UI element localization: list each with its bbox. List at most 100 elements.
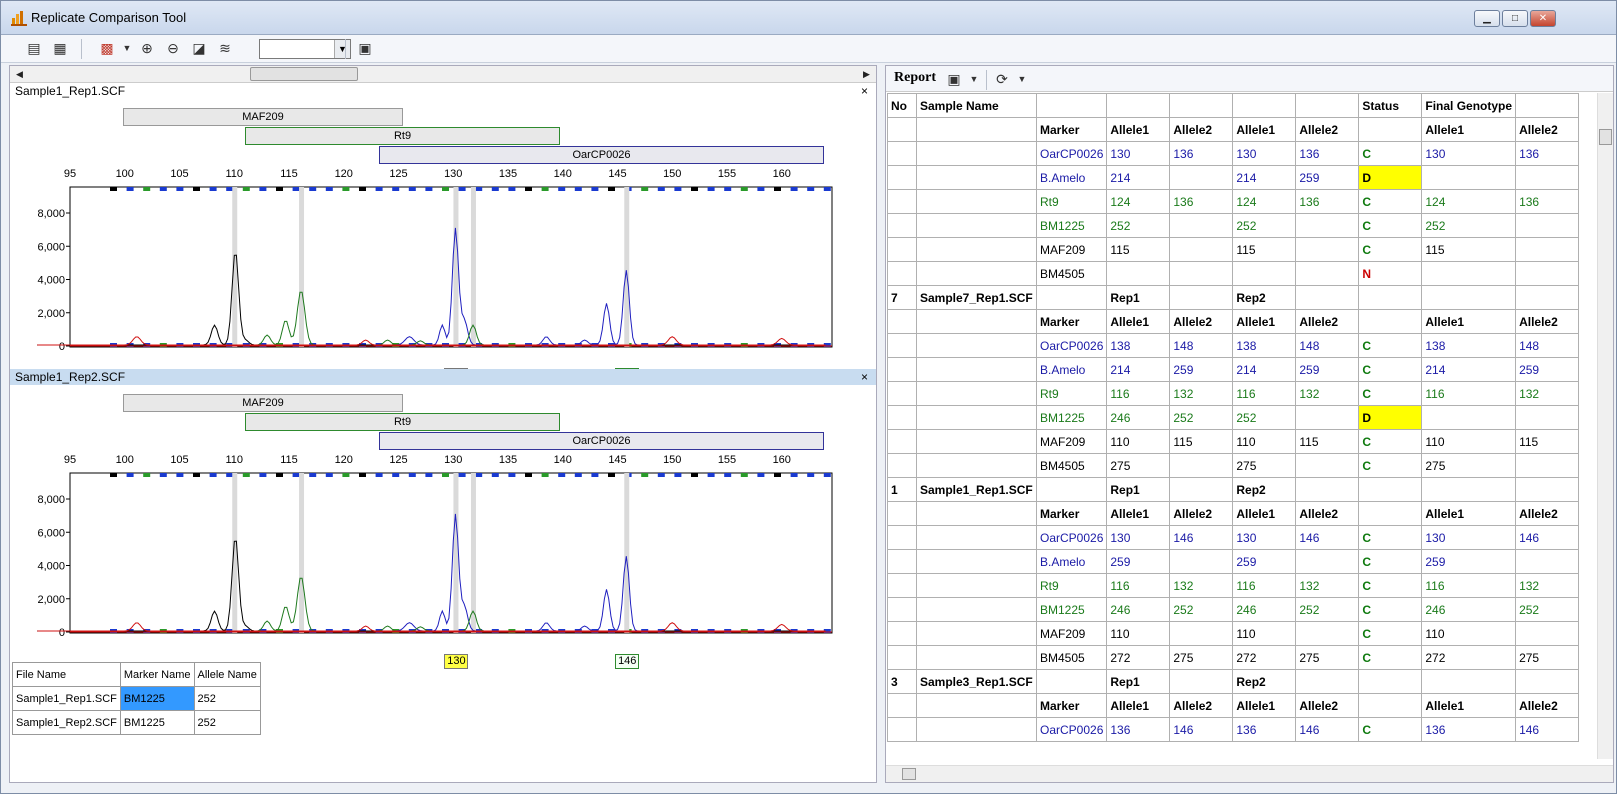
report-cell[interactable]: OarCP0026 (1035, 141, 1108, 166)
report-cell[interactable] (887, 549, 917, 574)
report-cell[interactable]: 110 (1106, 621, 1171, 646)
report-cell[interactable]: OarCP0026 (1035, 525, 1108, 550)
report-cell[interactable]: 1 (887, 477, 917, 502)
report-cell[interactable]: Final Genotype (1421, 93, 1517, 118)
report-cell[interactable] (1295, 669, 1360, 694)
trace-plot[interactable]: 95 100 105 110 115 120 125 130 135 140 145 150 155 16… (10, 449, 876, 669)
report-cell[interactable]: 275 (1421, 453, 1517, 478)
report-cell[interactable] (887, 309, 917, 334)
report-cell[interactable] (887, 141, 917, 166)
scroll-thumb[interactable] (1599, 129, 1612, 145)
report-cell[interactable] (887, 405, 917, 430)
report-cell[interactable]: Allele1 (1232, 501, 1297, 526)
report-cell[interactable] (887, 165, 917, 190)
report-cell[interactable] (1295, 93, 1360, 118)
report-cell[interactable] (1515, 93, 1580, 118)
report-cell[interactable]: 116 (1106, 573, 1171, 598)
report-cell[interactable] (916, 333, 1037, 358)
report-cell[interactable]: 259 (1295, 165, 1360, 190)
report-cell[interactable]: Allele2 (1169, 117, 1234, 142)
report-cell[interactable]: 252 (1515, 597, 1580, 622)
report-cell[interactable]: Allele1 (1232, 693, 1297, 718)
report-cell[interactable] (887, 573, 917, 598)
report-cell[interactable] (916, 381, 1037, 406)
report-cell[interactable]: OarCP0026 (1035, 333, 1108, 358)
report-cell[interactable]: C (1358, 597, 1423, 622)
refresh-icon[interactable]: ⟳ (992, 69, 1012, 89)
report-cell[interactable]: BM4505 (1035, 453, 1108, 478)
report-cell[interactable] (916, 357, 1037, 382)
report-cell[interactable]: Allele1 (1421, 309, 1517, 334)
report-cell[interactable]: 7 (887, 285, 917, 310)
report-cell[interactable] (1515, 237, 1580, 262)
report-cell[interactable] (1106, 93, 1171, 118)
report-cell[interactable] (1515, 453, 1580, 478)
report-cell[interactable] (916, 621, 1037, 646)
report-cell[interactable]: 130 (1232, 141, 1297, 166)
report-cell[interactable]: BM1225 (1035, 213, 1108, 238)
dropdown-arrow-icon[interactable]: ▼ (117, 38, 137, 58)
save-dropdown-icon[interactable]: ▼ (964, 69, 984, 89)
report-cell[interactable] (916, 525, 1037, 550)
report-cell[interactable]: 132 (1295, 381, 1360, 406)
report-cell[interactable]: 136 (1169, 189, 1234, 214)
report-cell[interactable]: Allele1 (1106, 501, 1171, 526)
report-cell[interactable] (1515, 213, 1580, 238)
report-cell[interactable]: 275 (1232, 453, 1297, 478)
report-cell[interactable] (1169, 93, 1234, 118)
report-cell[interactable]: 252 (1295, 597, 1360, 622)
report-cell[interactable] (1421, 477, 1517, 502)
report-cell[interactable]: 132 (1295, 573, 1360, 598)
report-cell[interactable] (1358, 669, 1423, 694)
report-cell[interactable]: 246 (1421, 597, 1517, 622)
report-cell[interactable] (1295, 285, 1360, 310)
report-cell[interactable]: Rep1 (1106, 477, 1171, 502)
report-cell[interactable] (1515, 261, 1580, 286)
report-cell[interactable] (916, 693, 1037, 718)
report-cell[interactable] (916, 237, 1037, 262)
report-cell[interactable]: 252 (1421, 213, 1517, 238)
report-cell[interactable]: B.Amelo (1035, 549, 1108, 574)
grid-cell[interactable]: 252 (193, 710, 261, 735)
zoom-in-icon[interactable]: ⊕ (137, 38, 157, 58)
report-cell[interactable]: 136 (1295, 189, 1360, 214)
report-cell[interactable]: 275 (1295, 645, 1360, 670)
grid-cell[interactable]: 252 (193, 686, 261, 711)
report-cell[interactable]: 130 (1232, 525, 1297, 550)
report-cell[interactable]: 148 (1169, 333, 1234, 358)
report-cell[interactable] (1295, 621, 1360, 646)
report-cell[interactable]: MAF209 (1035, 621, 1108, 646)
report-cell[interactable]: Allele1 (1106, 693, 1171, 718)
report-cell[interactable]: C (1358, 141, 1423, 166)
report-cell[interactable]: 148 (1515, 333, 1580, 358)
grid-cell[interactable]: Sample1_Rep2.SCF (12, 710, 121, 735)
report-cell[interactable]: 252 (1169, 597, 1234, 622)
report-cell[interactable]: Rep1 (1106, 285, 1171, 310)
report-cell[interactable]: 252 (1232, 213, 1297, 238)
open-icon[interactable]: ▤ (24, 38, 44, 58)
report-cell[interactable]: Allele1 (1232, 309, 1297, 334)
report-cell[interactable] (1295, 261, 1360, 286)
report-cell[interactable]: C (1358, 237, 1423, 262)
overlay-traces-icon[interactable]: ≋ (215, 38, 235, 58)
report-cell[interactable] (1232, 93, 1297, 118)
report-cell[interactable] (1358, 285, 1423, 310)
report-cell[interactable]: Allele1 (1106, 309, 1171, 334)
scroll-thumb[interactable] (250, 67, 358, 81)
report-cell[interactable]: B.Amelo (1035, 357, 1108, 382)
report-cell[interactable]: Allele1 (1421, 501, 1517, 526)
report-cell[interactable]: Marker (1035, 309, 1108, 334)
report-cell[interactable] (1169, 261, 1234, 286)
vertical-scrollbar[interactable] (1597, 93, 1613, 759)
report-cell[interactable]: C (1358, 429, 1423, 454)
report-cell[interactable] (1515, 621, 1580, 646)
grid-cell-selected[interactable]: BM1225 (119, 686, 195, 711)
report-cell[interactable]: Allele2 (1515, 309, 1580, 334)
report-cell[interactable] (1035, 477, 1108, 502)
report-cell[interactable] (887, 621, 917, 646)
report-cell[interactable] (1421, 165, 1517, 190)
report-cell[interactable]: N (1358, 261, 1423, 286)
report-cell[interactable] (1169, 621, 1234, 646)
report-cell[interactable]: 136 (1515, 141, 1580, 166)
scroll-left-icon[interactable]: ◀ (12, 67, 27, 81)
